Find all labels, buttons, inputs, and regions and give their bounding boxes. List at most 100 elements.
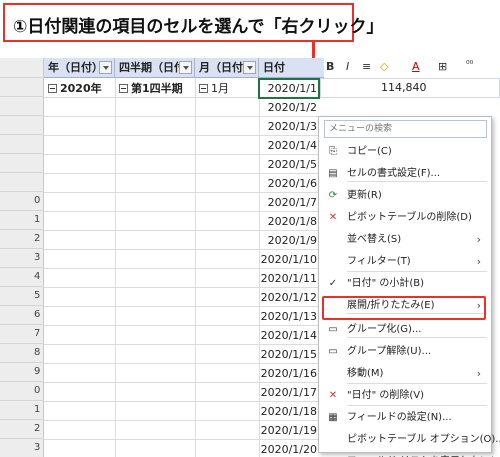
menu-item-label: フィールドの設定(N)... [347,412,452,423]
collapse-icon[interactable] [199,84,208,93]
menu-separator [347,181,487,182]
cell-date[interactable]: 2020/1/19 [259,420,319,441]
menu-item[interactable]: ▦ フィールドの設定(N)... [319,407,493,429]
cell-date[interactable]: 2020/1/9 [259,230,319,251]
row-number[interactable]: 4 [0,266,44,287]
row-number[interactable]: 0 [0,380,44,401]
row-number[interactable]: 3 [0,437,44,457]
highlight-box [322,296,486,320]
menu-item[interactable]: ⟳ 更新(R) [319,185,493,207]
header-month[interactable]: 月（日付） [195,58,259,78]
row-number[interactable] [0,76,44,97]
menu-item-label: "日付" の小計(B) [347,278,425,289]
callout-pointer [312,42,315,59]
cell-date[interactable]: 2020/1/2 [259,97,319,118]
header-quarter[interactable]: 四半期（日付） [115,58,195,78]
header-date[interactable]: 日付 [259,58,324,78]
menu-item[interactable]: ✕ ピボットテーブルの削除(D) [319,207,493,229]
row-number[interactable]: 3 [0,247,44,268]
cell-date[interactable]: 2020/1/13 [259,306,319,327]
menu-item-label: "日付" の削除(V) [347,390,425,401]
menu-item[interactable]: ✓ "日付" の小計(B) [319,273,493,295]
callout-text: ①日付関連の項目のセルを選んで「右クリック」 [13,17,384,37]
value-preview-text: 114,840 [381,81,427,94]
row-number[interactable]: 1 [0,399,44,420]
menu-item[interactable]: 移動(M) › [319,363,493,385]
menu-separator [347,337,487,338]
delete-pivot-icon: ✕ [328,212,338,223]
cell-date[interactable]: 2020/1/5 [259,154,319,175]
row-number[interactable]: 2 [0,228,44,249]
menu-item-label: 移動(M) [347,368,384,379]
header-year-label: 年（日付） [48,61,103,74]
row-number[interactable]: 7 [0,323,44,344]
bold-button[interactable]: B [326,60,334,73]
collapse-icon[interactable] [119,84,128,93]
italic-button[interactable]: I [346,60,349,73]
cell-date[interactable]: 2020/1/12 [259,287,319,308]
pivot-header-row: 年（日付） 四半期（日付） 月（日付） 日付 [44,58,324,78]
row-number[interactable]: 6 [0,304,44,325]
row-number[interactable] [0,171,44,192]
filter-dropdown-icon[interactable] [243,61,256,74]
menu-item[interactable]: フィルター(T) › [319,251,493,273]
cell-date[interactable]: 2020/1/4 [259,135,319,156]
cell-quarter[interactable]: 第1四半期 [119,78,183,99]
selected-cell[interactable] [258,78,320,99]
menu-item-label: フィルター(T) [347,256,411,267]
menu-separator [347,405,487,406]
cell-date[interactable]: 2020/1/20 [259,439,319,457]
format-cells-icon: ▤ [328,168,338,179]
menu-item[interactable]: 並べ替え(S) › [319,229,493,251]
collapse-icon[interactable] [48,84,57,93]
cell-date[interactable]: 2020/1/14 [259,325,319,346]
row-number[interactable] [0,114,44,135]
row-number[interactable]: 5 [0,285,44,306]
remove-icon: ✕ [328,390,338,401]
menu-item[interactable]: ▭ グループ解除(U)... [319,341,493,363]
row-number[interactable]: 8 [0,342,44,363]
number-format-icon[interactable]: ⁰⁰ [466,60,473,70]
cell-date[interactable]: 2020/1/6 [259,173,319,194]
menu-separator [347,383,487,384]
menu-item[interactable]: ピボットテーブル オプション(O)... [319,429,500,451]
chevron-right-icon: › [476,255,481,268]
refresh-icon: ⟳ [328,190,338,201]
cell-date[interactable]: 2020/1/3 [259,116,319,137]
filter-dropdown-icon[interactable] [179,61,192,74]
fill-color-icon[interactable]: ◇ [380,60,388,73]
cell-date[interactable]: 2020/1/11 [259,268,319,289]
row-header-column: 01234567890123 [0,58,44,457]
checkmark-icon: ✓ [328,278,338,289]
cell-month[interactable]: 1月 [199,78,229,99]
cell-date[interactable]: 2020/1/16 [259,363,319,384]
cell-year[interactable]: 2020年 [48,78,102,99]
row-number[interactable]: 2 [0,418,44,439]
filter-dropdown-icon[interactable] [99,61,112,74]
cell-date[interactable]: 2020/1/15 [259,344,319,365]
menu-item[interactable]: ▤フィールド リストを表示しない(D) [319,451,500,457]
cell-date[interactable]: 2020/1/17 [259,382,319,403]
cell-date[interactable]: 2020/1/8 [259,211,319,232]
row-number[interactable]: 9 [0,361,44,382]
cell-date[interactable]: 2020/1/18 [259,401,319,422]
pivot-grid: 2020年 第1四半期 1月 2020/1/1 2020/1/2 2020/1/3 2… [44,78,319,457]
row-number[interactable] [0,152,44,173]
menu-item[interactable]: ⎘ コピー(C) [319,141,493,163]
cell-date[interactable]: 2020/1/7 [259,192,319,213]
field-settings-icon: ▦ [328,412,338,423]
menu-search-input[interactable]: メニューの検索 [324,120,487,138]
header-year[interactable]: 年（日付） [44,58,115,78]
font-color-icon[interactable]: A [412,60,420,73]
cell-date[interactable]: 2020/1/10 [259,249,319,270]
row-number[interactable] [0,133,44,154]
align-icon[interactable]: ≡ [362,60,371,73]
menu-item-label: コピー(C) [347,146,392,157]
row-number[interactable]: 1 [0,209,44,230]
row-number[interactable] [0,95,44,116]
menu-item-label: ピボットテーブル オプション(O)... [347,434,500,445]
menu-item[interactable]: ✕ "日付" の削除(V) [319,385,493,407]
border-icon[interactable]: ⊞ [438,60,447,73]
row-number[interactable]: 0 [0,190,44,211]
row-number[interactable] [0,57,44,78]
